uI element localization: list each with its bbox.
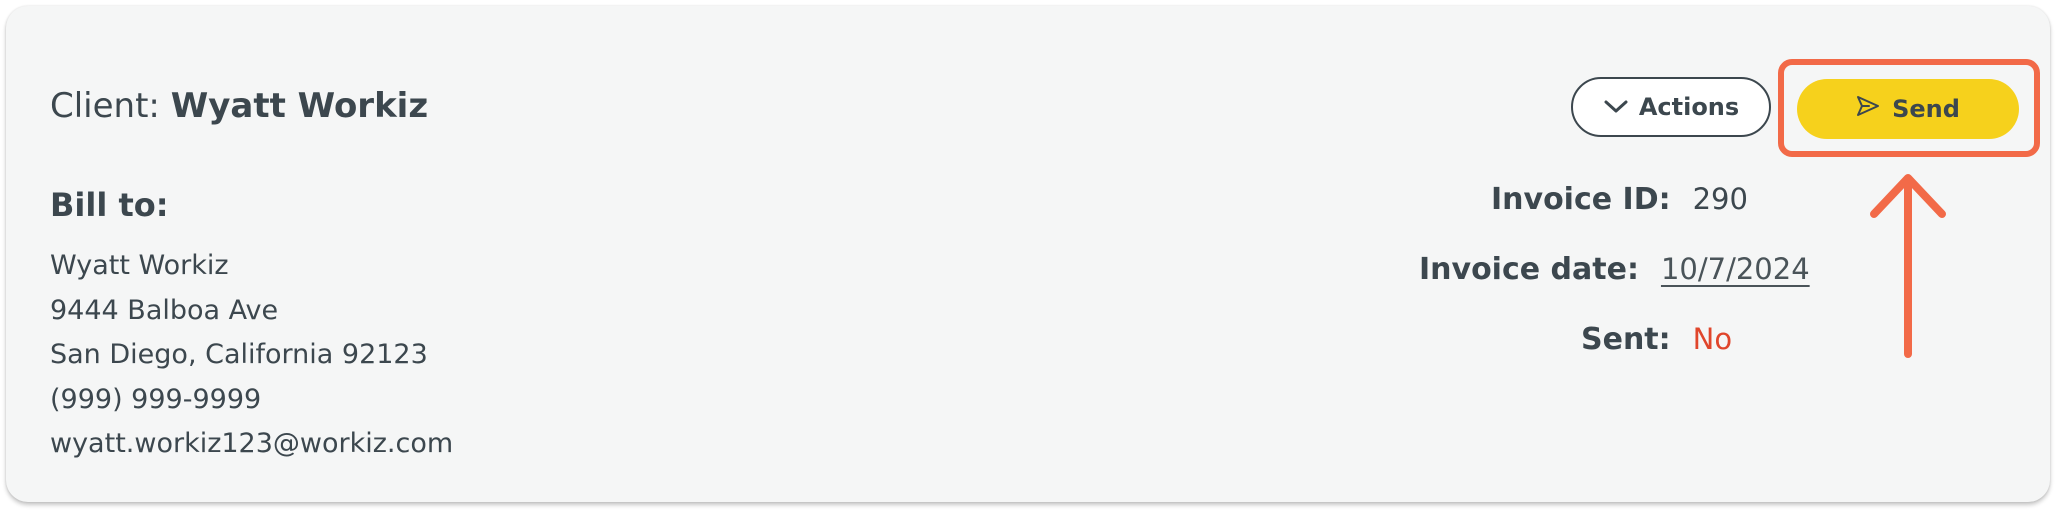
billing-name: Wyatt Workiz <box>50 250 229 281</box>
billing-phone: (999) 999-9999 <box>50 383 262 415</box>
billing-email: wyatt.workiz123@workiz.com <box>50 428 454 459</box>
actions-button[interactable]: Actions <box>1571 77 1771 137</box>
chevron-down-icon <box>1603 93 1629 121</box>
client-heading: Client: Wyatt Workiz <box>50 86 428 126</box>
sent-label: Sent: <box>1581 322 1671 357</box>
bill-to-heading: Bill to: <box>50 186 169 224</box>
arrow-up-icon <box>1866 166 1950 370</box>
invoice-date-link[interactable]: 10/7/2024 <box>1661 252 1810 286</box>
billing-address: Wyatt Workiz 9444 Balboa Ave San Diego, … <box>50 244 453 467</box>
invoice-id-row: Invoice ID: 290 <box>1491 182 1748 217</box>
invoice-date-label: Invoice date: <box>1419 252 1639 287</box>
client-prefix: Client: <box>50 86 160 126</box>
invoice-header-card: Client: Wyatt Workiz Bill to: Wyatt Work… <box>6 6 2050 502</box>
send-highlight-annotation <box>1778 59 2040 157</box>
sent-status-value: No <box>1692 322 1733 356</box>
sent-status-row: Sent: No <box>1581 322 1732 357</box>
billing-city: San Diego, California 92123 <box>50 339 428 370</box>
billing-street: 9444 Balboa Ave <box>50 294 279 326</box>
invoice-date-row: Invoice date: 10/7/2024 <box>1419 252 1810 287</box>
actions-button-label: Actions <box>1638 93 1740 121</box>
client-name: Wyatt Workiz <box>170 86 429 126</box>
invoice-id-value: 290 <box>1692 182 1748 216</box>
invoice-id-label: Invoice ID: <box>1491 182 1671 217</box>
